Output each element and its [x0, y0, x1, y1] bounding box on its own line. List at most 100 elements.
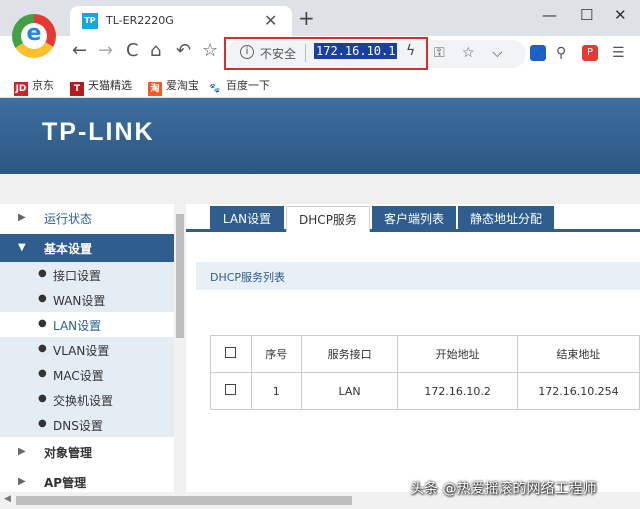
sidebar-menu: ▶ 运行状态 ▼ 基本设置 ● 接口设置 ● WAN设置 ● LAN设置 ● V…	[0, 204, 174, 492]
paw-extension-icon[interactable]: 🐾	[530, 45, 546, 61]
jd-icon: JD	[14, 82, 28, 96]
taobao-icon: 淘	[148, 82, 162, 96]
reload-button[interactable]: C	[126, 40, 139, 61]
search-icon[interactable]: ⚲	[556, 45, 566, 61]
sidebar-subitem-interface[interactable]: ● 接口设置	[0, 262, 174, 287]
sidebar-item-label: AP管理	[44, 476, 87, 490]
sidebar-subitem-wan[interactable]: ● WAN设置	[0, 287, 174, 312]
bookmark-label: 爱淘宝	[166, 79, 199, 92]
column-header: 开始地址	[397, 335, 518, 373]
forward-button[interactable]: →	[98, 40, 113, 61]
bookmark-jd[interactable]: JD 京东	[14, 77, 54, 96]
tmall-icon: T	[70, 82, 84, 96]
row-checkbox[interactable]	[225, 384, 237, 395]
address-divider	[305, 44, 306, 62]
close-window-button[interactable]: ✕	[614, 6, 627, 24]
sidebar-subitem-label: 交换机设置	[53, 394, 114, 408]
home-button[interactable]: ⌂	[150, 40, 161, 61]
bookmark-baidu[interactable]: 🐾 百度一下	[208, 77, 270, 96]
maximize-button[interactable]: ☐	[580, 6, 593, 24]
key-icon[interactable]: ⚿	[434, 45, 445, 61]
column-header: 服务接口	[300, 335, 399, 373]
sidebar-item-label: 对象管理	[44, 446, 93, 460]
sidebar-scrollbar[interactable]	[174, 204, 186, 492]
tab-dhcp-service[interactable]: DHCP服务	[286, 206, 370, 232]
bookmarks-bar: JD 京东 T 天猫精选 淘爱淘宝 🐾 百度一下	[0, 70, 640, 98]
section-title: DHCP服务列表	[210, 271, 286, 284]
chevron-down-icon[interactable]: ⌵	[492, 45, 503, 61]
chevron-right-icon: ▶	[18, 446, 26, 457]
watermark-text: 头条 @热爱摇滚的网络工程师	[410, 481, 597, 497]
column-header: 结束地址	[516, 335, 640, 373]
sidebar-subitem-label: DNS设置	[53, 419, 103, 433]
row-select-cell	[210, 372, 252, 410]
bullet-icon: ●	[38, 293, 47, 304]
bullet-icon: ●	[38, 268, 47, 279]
sidebar-subitem-mac[interactable]: ● MAC设置	[0, 362, 174, 387]
sidebar-subitem-dns[interactable]: ● DNS设置	[0, 412, 174, 437]
tab-close-icon[interactable]: ✕	[264, 11, 277, 30]
section-header: DHCP服务列表	[196, 262, 640, 290]
table-header-row: 序号 服务接口 开始地址 结束地址	[210, 335, 640, 373]
back-button[interactable]: ←	[72, 40, 87, 61]
tab-client-list[interactable]: 客户端列表	[372, 206, 456, 232]
baidu-paw-icon: 🐾	[208, 82, 222, 96]
browser-titlebar: TP TL-ER2220G ✕ + — ☐ ✕	[0, 0, 640, 36]
sidebar-subitem-label: 接口设置	[53, 269, 102, 283]
info-icon[interactable]: i	[240, 45, 254, 59]
bookmark-label: 京东	[32, 79, 54, 92]
bookmark-star-icon[interactable]: ☆	[462, 45, 475, 61]
sidebar-subitem-lan[interactable]: ● LAN设置	[0, 312, 174, 337]
sidebar-item-label: 运行状态	[44, 212, 93, 226]
sidebar-subitem-label: LAN设置	[53, 319, 102, 333]
table-cell-end: 172.16.10.254	[516, 372, 640, 410]
bullet-icon: ●	[38, 418, 47, 429]
select-all-cell	[210, 335, 252, 373]
main-content: LAN设置 DHCP服务 客户端列表 静态地址分配 DHCP服务列表 序号 服务…	[186, 204, 640, 492]
sidebar-subitem-vlan[interactable]: ● VLAN设置	[0, 337, 174, 362]
bullet-icon: ●	[38, 393, 47, 404]
tab-lan-settings[interactable]: LAN设置	[210, 206, 284, 232]
new-tab-button[interactable]: +	[298, 6, 315, 30]
browser-tab[interactable]: TP TL-ER2220G ✕	[70, 6, 292, 36]
chevron-right-icon: ▶	[18, 476, 26, 487]
browser-logo-icon: e	[12, 14, 56, 58]
sidebar-item-running-status[interactable]: ▶ 运行状态	[0, 204, 174, 232]
tp-link-logo: TP-LINK	[42, 118, 155, 146]
table-cell-start: 172.16.10.2	[397, 372, 518, 410]
table-cell-index: 1	[250, 372, 302, 410]
sidebar-item-basic-settings[interactable]: ▼ 基本设置	[0, 234, 174, 262]
lightning-icon[interactable]: ϟ	[406, 43, 415, 59]
bookmark-label: 天猫精选	[88, 79, 132, 92]
favorite-star-button[interactable]: ☆	[202, 40, 218, 61]
url-text[interactable]: 172.16.10.1	[314, 43, 398, 59]
horizontal-scrollbar-thumb[interactable]	[16, 496, 352, 505]
bullet-icon: ●	[38, 343, 47, 354]
menu-icon[interactable]: ☰	[612, 45, 625, 61]
header-spacer	[0, 174, 640, 204]
bookmark-aitaobao[interactable]: 淘爱淘宝	[148, 77, 199, 96]
minimize-button[interactable]: —	[542, 6, 557, 24]
bookmark-label: 百度一下	[226, 79, 270, 92]
chevron-down-icon: ▼	[18, 242, 26, 253]
tp-link-favicon-icon: TP	[82, 13, 98, 29]
sidebar-item-object-management[interactable]: ▶ 对象管理	[0, 438, 174, 466]
dhcp-service-table: 序号 服务接口 开始地址 结束地址 1 LAN 172.16.10.2 172.…	[210, 335, 640, 410]
tab-static-address[interactable]: 静态地址分配	[458, 206, 554, 232]
sidebar-item-label: 基本设置	[44, 242, 93, 256]
pdf-extension-icon[interactable]: P	[582, 45, 598, 61]
undo-button[interactable]: ↶	[176, 40, 191, 61]
header-banner: TP-LINK	[0, 98, 640, 174]
select-all-checkbox[interactable]	[225, 347, 237, 358]
content-tabbar: LAN设置 DHCP服务 客户端列表 静态地址分配	[186, 204, 640, 232]
sidebar-scrollbar-thumb[interactable]	[176, 214, 184, 338]
bookmark-tmall[interactable]: T 天猫精选	[70, 77, 132, 96]
chevron-right-icon: ▶	[18, 212, 26, 223]
bullet-icon: ●	[38, 368, 47, 379]
security-label[interactable]: 不安全	[260, 45, 296, 62]
sidebar-subitem-label: WAN设置	[53, 294, 106, 308]
sidebar-subitem-switch[interactable]: ● 交换机设置	[0, 387, 174, 412]
table-cell-interface: LAN	[300, 372, 399, 410]
browser-toolbar: ← → C ⌂ ↶ ☆ i 不安全 172.16.10.1 ϟ ⚿ ☆ ⌵ 🐾 …	[0, 36, 640, 70]
scroll-left-icon[interactable]: ◀	[4, 494, 11, 504]
